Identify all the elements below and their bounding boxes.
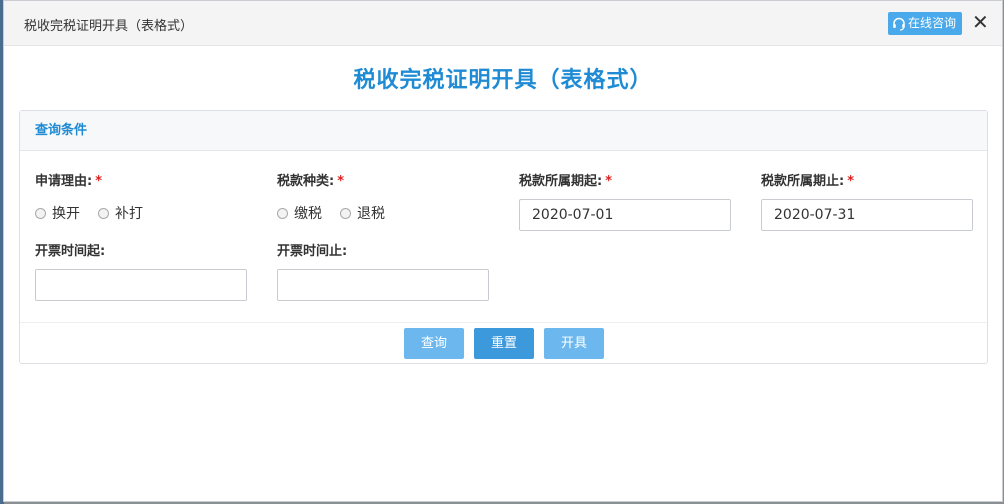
panel-footer: 查询 重置 开具 bbox=[20, 322, 987, 365]
online-consult-label: 在线咨询 bbox=[907, 16, 956, 30]
issue-end-field: 开票时间止: bbox=[277, 243, 489, 301]
radio-button[interactable] bbox=[277, 207, 288, 219]
radio-button[interactable] bbox=[98, 207, 109, 219]
radio-label: 缴税 bbox=[294, 206, 322, 222]
dialog-titlebar: 税收完税证明开具（表格式） 在线咨询 ✕ bbox=[4, 1, 1002, 46]
tax-type-label: 税款种类: * bbox=[277, 174, 345, 189]
radio-button[interactable] bbox=[35, 207, 46, 219]
dialog-title: 税收完税证明开具（表格式） bbox=[24, 19, 194, 34]
query-panel: 查询条件 申请理由: * 换开 补打 税款种类: * 缴税 退税 税款所属期起:… bbox=[19, 110, 988, 364]
period-end-label: 税款所属期止: * bbox=[761, 174, 855, 189]
required-mark: * bbox=[847, 174, 855, 189]
period-end-input[interactable]: 2020-07-31 bbox=[761, 199, 973, 231]
required-mark: * bbox=[337, 174, 345, 189]
period-end-field: 税款所属期止: * 2020-07-31 bbox=[761, 173, 973, 231]
period-start-input[interactable]: 2020-07-01 bbox=[519, 199, 731, 231]
tax-type-option-pay[interactable]: 缴税 bbox=[277, 203, 322, 223]
headset-icon bbox=[892, 17, 906, 31]
page-title: 税收完税证明开具（表格式） bbox=[353, 68, 653, 93]
reason-radio-group: 换开 补打 bbox=[35, 203, 143, 223]
dialog-window: 税收完税证明开具（表格式） 在线咨询 ✕ 税收完税证明开具（表格式） 查询条件 … bbox=[3, 0, 1003, 502]
reason-label: 申请理由: * bbox=[35, 174, 103, 189]
online-consult-button[interactable]: 在线咨询 bbox=[887, 12, 962, 35]
reason-option-reprint[interactable]: 补打 bbox=[98, 203, 143, 223]
panel-header: 查询条件 bbox=[20, 111, 987, 151]
radio-button[interactable] bbox=[340, 207, 351, 219]
tax-type-option-refund[interactable]: 退税 bbox=[340, 203, 385, 223]
tax-type-radio-group: 缴税 退税 bbox=[277, 203, 385, 223]
issue-start-field: 开票时间起: bbox=[35, 243, 247, 301]
reset-button[interactable]: 重置 bbox=[474, 328, 534, 359]
period-start-label: 税款所属期起: * bbox=[519, 174, 613, 189]
radio-label: 补打 bbox=[115, 206, 143, 222]
issue-start-label: 开票时间起: bbox=[35, 244, 106, 259]
period-start-field: 税款所属期起: * 2020-07-01 bbox=[519, 173, 731, 231]
query-button[interactable]: 查询 bbox=[404, 328, 464, 359]
close-icon[interactable]: ✕ bbox=[972, 12, 989, 32]
tax-type-field: 税款种类: * 缴税 退税 bbox=[277, 173, 385, 223]
issue-end-label: 开票时间止: bbox=[277, 244, 348, 259]
required-mark: * bbox=[95, 174, 103, 189]
reason-option-exchange[interactable]: 换开 bbox=[35, 203, 80, 223]
reason-field: 申请理由: * 换开 补打 bbox=[35, 173, 143, 223]
radio-label: 退税 bbox=[357, 206, 385, 222]
issue-end-input[interactable] bbox=[277, 269, 489, 301]
required-mark: * bbox=[605, 174, 613, 189]
issue-button[interactable]: 开具 bbox=[544, 328, 604, 359]
issue-start-input[interactable] bbox=[35, 269, 247, 301]
radio-label: 换开 bbox=[52, 206, 80, 222]
